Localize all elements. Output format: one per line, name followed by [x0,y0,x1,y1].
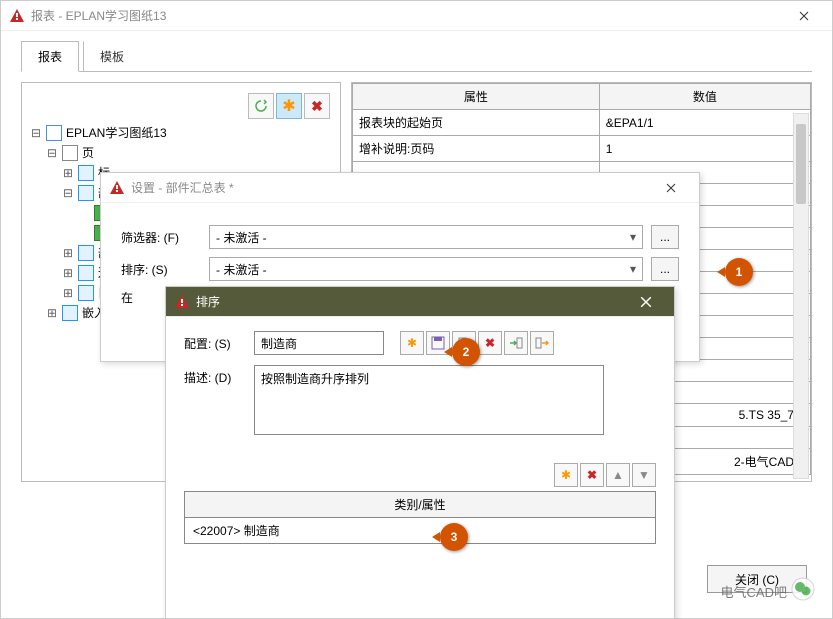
chevron-down-icon: ▾ [630,262,636,276]
expand-icon[interactable]: ⊞ [62,163,74,183]
expand-icon[interactable]: ⊞ [62,263,74,283]
prop-key[interactable]: 增补说明:页码 [353,136,600,162]
config-row: 配置: (S) ✱ ✖ [184,331,656,355]
add-criterion-button[interactable]: ✱ [554,463,578,487]
desc-label: 描述: (D) [184,365,244,386]
list-header: 类别/属性 [185,492,655,518]
annotation-marker-3: 3 [440,523,468,551]
scroll-thumb[interactable] [796,124,806,204]
tree-root[interactable]: EPLAN学习图纸13 [66,123,167,143]
watermark-text: 电气CAD吧 [721,582,787,601]
expand-icon[interactable]: ⊞ [46,303,58,323]
expand-icon[interactable]: ⊞ [62,283,74,303]
sort-combo[interactable]: - 未激活 -▾ [209,257,643,281]
main-titlebar: 报表 - EPLAN学习图纸13 [1,1,832,31]
annotation-marker-2: 2 [452,338,480,366]
node-icon [78,165,94,181]
dlg2-titlebar: 设置 - 部件汇总表 * [101,173,699,203]
marker-arrow-icon [444,347,452,357]
app-icon [174,294,190,310]
window-controls [784,2,824,30]
dlg3-close-x[interactable] [626,288,666,316]
expand-icon[interactable]: ⊟ [30,123,42,143]
move-up-button[interactable]: ▲ [606,463,630,487]
main-close-x[interactable] [784,2,824,30]
dlg3-body: 配置: (S) ✱ ✖ 描述: (D) [166,317,674,459]
remove-criterion-button[interactable]: ✖ [580,463,604,487]
desc-row: 描述: (D) [184,365,656,435]
move-down-button[interactable]: ▼ [632,463,656,487]
delete-config-button[interactable]: ✖ [478,331,502,355]
vertical-scrollbar[interactable] [793,113,809,479]
tab-bar: 报表 模板 [1,31,832,72]
new-button[interactable]: ✱ [276,93,302,119]
prop-val[interactable]: &EPA1/1 [599,110,810,136]
main-title: 报表 - EPLAN学习图纸13 [31,7,784,24]
node-icon [62,305,78,321]
export-config-button[interactable] [530,331,554,355]
sort-label: 排序: (S) [121,261,201,278]
node-icon [78,185,94,201]
tab-templates[interactable]: 模板 [83,41,141,72]
dlg3-titlebar[interactable]: 排序 [166,287,674,317]
dlg2-close-x[interactable] [651,174,691,202]
marker-arrow-icon [717,267,725,277]
page-icon [62,145,78,161]
desc-textarea[interactable] [254,365,604,435]
expand-icon[interactable]: ⊟ [46,143,58,163]
node-icon [78,265,94,281]
import-config-button[interactable] [504,331,528,355]
tree-page[interactable]: 页 [82,143,94,163]
col-header: 属性 [353,84,600,110]
delete-button[interactable]: ✖ [304,93,330,119]
dlg2-title: 设置 - 部件汇总表 * [131,179,651,196]
filter-row: 筛选器: (F) - 未激活 -▾ ... [101,221,699,253]
prop-val[interactable]: 1 [599,136,810,162]
app-icon [9,8,25,24]
filter-label: 筛选器: (F) [121,229,201,246]
sort-row: 排序: (S) - 未激活 -▾ ... [101,253,699,285]
list-row[interactable]: <22007> 制造商 [185,518,655,543]
criteria-table: 类别/属性 <22007> 制造商 [184,491,656,544]
refresh-button[interactable] [248,93,274,119]
filter-browse-button[interactable]: ... [651,225,679,249]
node-icon [78,245,94,261]
config-input[interactable] [254,331,384,355]
prop-key[interactable]: 报表块的起始页 [353,110,600,136]
new-config-button[interactable]: ✱ [400,331,424,355]
expand-icon[interactable]: ⊞ [62,243,74,263]
config-label: 配置: (S) [184,331,244,352]
col-header: 数值 [599,84,810,110]
wechat-icon [791,577,815,601]
annotation-marker-1: 1 [725,258,753,286]
node-icon [78,285,94,301]
chevron-down-icon: ▾ [630,230,636,244]
project-icon [46,125,62,141]
sort-dialog: 排序 配置: (S) ✱ ✖ 描述: (D) ✱ ✖ ▲ ▼ 类别/属性 <22… [165,286,675,619]
sort-browse-button[interactable]: ... [651,257,679,281]
list-toolbar: ✱ ✖ ▲ ▼ [166,459,674,491]
expand-icon[interactable]: ⊟ [62,183,74,203]
dlg3-title: 排序 [196,293,626,310]
tree-toolbar: ✱ ✖ [248,93,330,119]
filter-combo[interactable]: - 未激活 -▾ [209,225,643,249]
app-icon [109,180,125,196]
tab-reports[interactable]: 报表 [21,41,79,72]
marker-arrow-icon [432,532,440,542]
